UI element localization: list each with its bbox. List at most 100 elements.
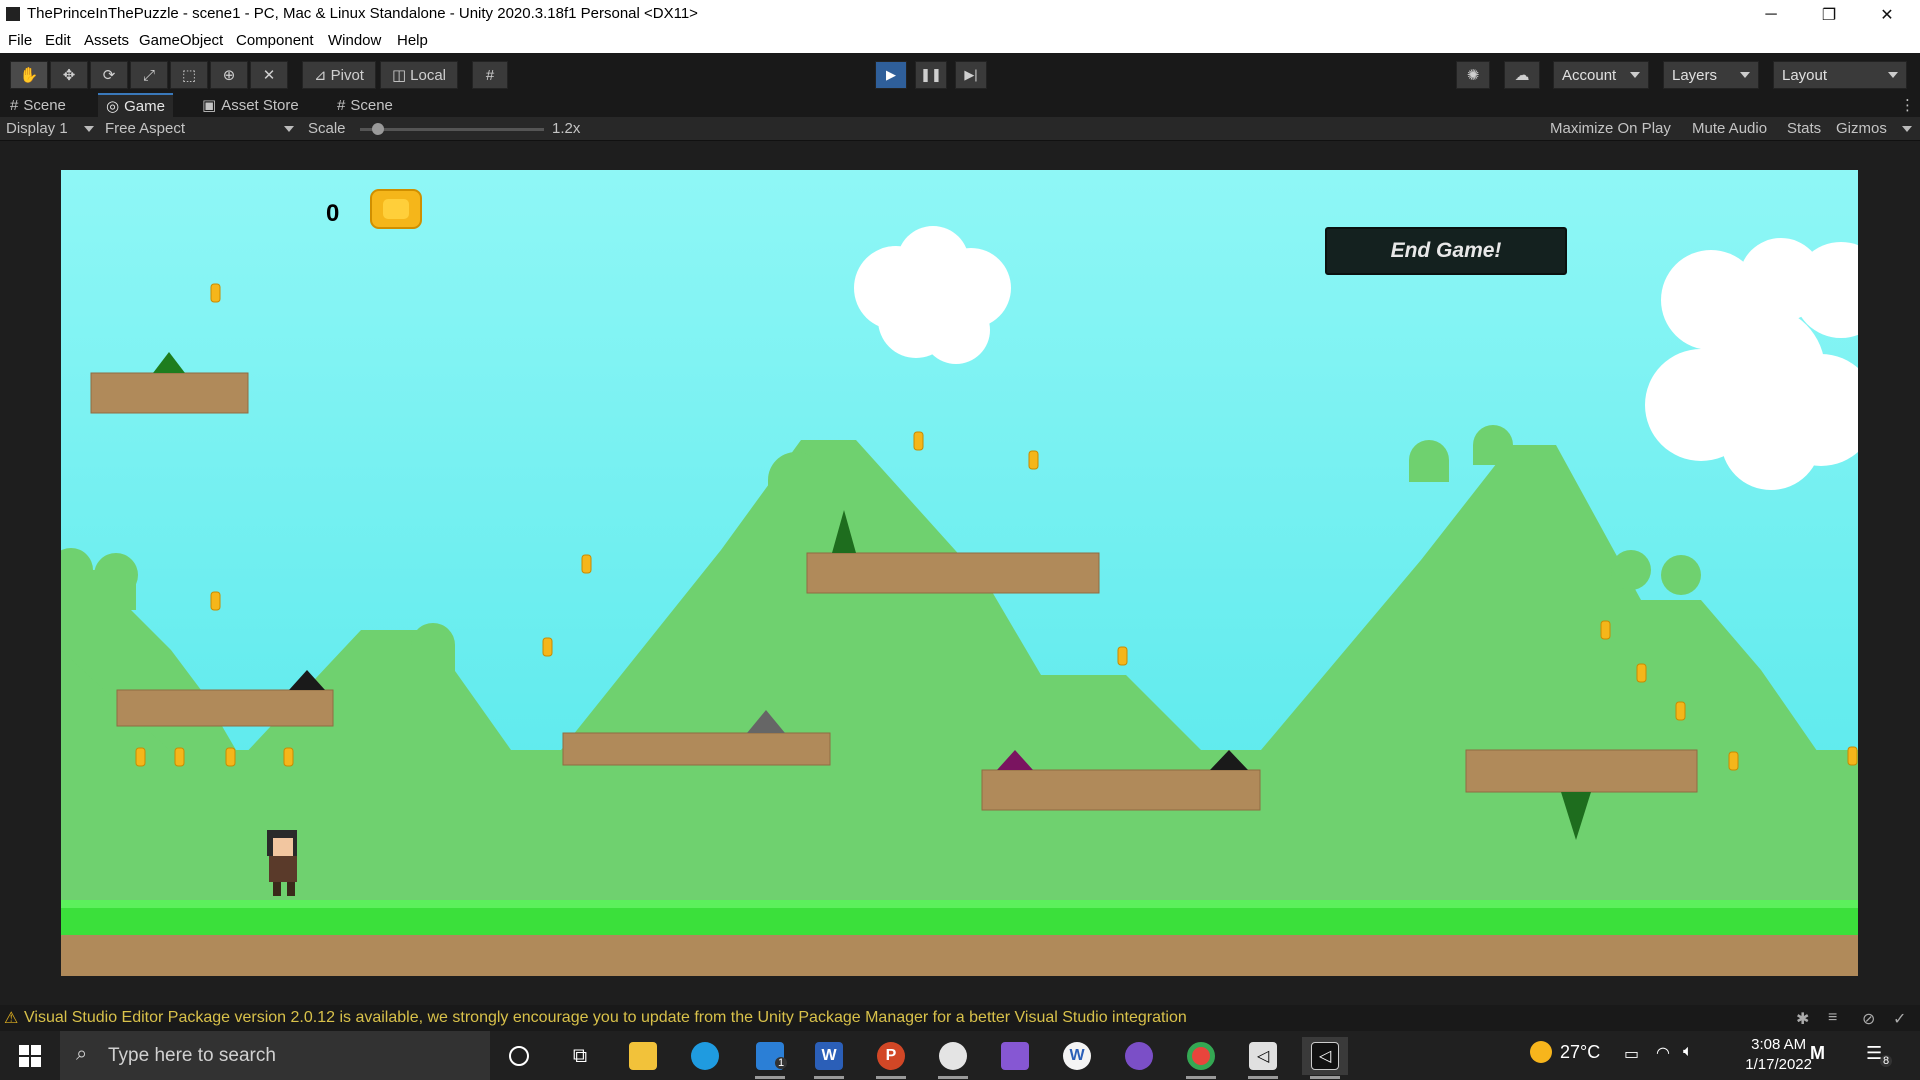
- unity-hub-icon[interactable]: ◁: [1240, 1037, 1286, 1079]
- task-view-icon[interactable]: ⧉: [557, 1037, 603, 1075]
- wordapp-icon[interactable]: W: [1054, 1037, 1100, 1075]
- scale-slider-track[interactable]: [360, 128, 544, 131]
- ground-dirt: [61, 935, 1858, 976]
- layout-dropdown[interactable]: Layout: [1773, 61, 1907, 89]
- scale-value: 1.2x: [552, 120, 581, 137]
- tab-label: Asset Store: [221, 96, 299, 114]
- coin: [1728, 751, 1739, 771]
- collab-button[interactable]: ✺: [1456, 61, 1490, 89]
- notification-center-icon[interactable]: ☰ 8: [1866, 1043, 1893, 1067]
- menu-assets[interactable]: Assets: [84, 32, 129, 49]
- console-status-bar[interactable]: ⚠ Visual Studio Editor Package version 2…: [0, 1005, 1920, 1031]
- move-icon: ✥: [62, 67, 76, 84]
- pause-button[interactable]: ❚❚: [915, 61, 947, 89]
- coin: [225, 747, 236, 767]
- clock[interactable]: 3:08 AM 1/17/2022: [1745, 1035, 1812, 1075]
- layers-dropdown[interactable]: Layers: [1663, 61, 1759, 89]
- taskbar-search[interactable]: ⌕ Type here to search: [60, 1031, 490, 1080]
- scale-tool-button[interactable]: ⤢: [130, 61, 168, 89]
- weather-widget[interactable]: 27°C: [1530, 1041, 1600, 1063]
- play-button[interactable]: ▶: [875, 61, 907, 89]
- paint-icon[interactable]: [930, 1037, 976, 1079]
- tab-scene-2[interactable]: # Scene: [329, 93, 401, 117]
- coin: [283, 747, 294, 767]
- chevron-down-icon: [1740, 72, 1750, 78]
- start-button[interactable]: [7, 1037, 53, 1075]
- language-icon[interactable]: M: [1810, 1043, 1825, 1064]
- tab-asset-store[interactable]: ▣ Asset Store: [194, 93, 307, 117]
- chevron-down-icon: [1902, 126, 1912, 132]
- collab-icon: ✺: [1466, 67, 1480, 84]
- grid-icon: #: [337, 96, 346, 114]
- cloud-button[interactable]: ☁: [1504, 61, 1540, 89]
- rect-tool-button[interactable]: ⬚: [170, 61, 208, 89]
- menu-edit[interactable]: Edit: [45, 32, 71, 49]
- local-toggle[interactable]: ◫ Local: [380, 61, 458, 89]
- coin: [210, 283, 221, 303]
- word-icon[interactable]: W: [806, 1037, 852, 1079]
- score-counter: 0: [326, 200, 340, 227]
- check-icon[interactable]: ✓: [1893, 1009, 1906, 1029]
- unity-icon[interactable]: ◁: [1302, 1037, 1348, 1079]
- chrome-icon[interactable]: [1178, 1037, 1224, 1079]
- game-viewport[interactable]: 0 End Game!: [61, 170, 1858, 976]
- wifi-icon[interactable]: ◠: [1656, 1043, 1670, 1063]
- coin: [135, 747, 146, 767]
- tab-menu-button[interactable]: ⋮: [1892, 93, 1920, 117]
- aspect-dropdown[interactable]: Free Aspect: [105, 120, 185, 137]
- coin: [1600, 620, 1611, 640]
- menu-file[interactable]: File: [8, 32, 32, 49]
- menu-gameobject[interactable]: GameObject: [139, 32, 223, 49]
- edge-icon[interactable]: [682, 1037, 728, 1075]
- platform: [562, 732, 831, 766]
- debug-off-icon[interactable]: ⊘: [1862, 1009, 1875, 1029]
- mute-audio-toggle[interactable]: Mute Audio: [1692, 120, 1767, 137]
- warning-icon: ⚠: [4, 1010, 19, 1027]
- transform-tool-button[interactable]: ⊕: [210, 61, 248, 89]
- scale-slider-thumb[interactable]: [372, 123, 384, 135]
- menu-window[interactable]: Window: [328, 32, 381, 49]
- tab-scene[interactable]: # Scene: [2, 93, 74, 117]
- rotate-tool-button[interactable]: ⟳: [90, 61, 128, 89]
- step-icon: ▶|: [964, 67, 978, 82]
- gamepad-icon: ◎: [106, 98, 120, 115]
- cortana-icon[interactable]: [496, 1037, 542, 1075]
- display-dropdown[interactable]: Display 1: [6, 120, 68, 137]
- custom-tool-button[interactable]: ✕: [250, 61, 288, 89]
- account-dropdown[interactable]: Account: [1553, 61, 1649, 89]
- menu-help[interactable]: Help: [397, 32, 428, 49]
- maximize-on-play-toggle[interactable]: Maximize On Play: [1550, 120, 1671, 137]
- search-placeholder: Type here to search: [108, 1044, 276, 1066]
- coin: [913, 431, 924, 451]
- restore-button[interactable]: ❐: [1800, 0, 1858, 29]
- bag-icon: ▣: [202, 97, 217, 114]
- battery-icon[interactable]: ▭: [1624, 1044, 1639, 1064]
- hand-tool-button[interactable]: ✋: [10, 61, 48, 89]
- bug-icon[interactable]: ✱: [1796, 1009, 1809, 1029]
- powerpoint-icon[interactable]: P: [868, 1037, 914, 1079]
- menu-component[interactable]: Component: [236, 32, 314, 49]
- gizmos-toggle[interactable]: Gizmos: [1836, 120, 1887, 137]
- tab-label: Scene: [350, 96, 393, 114]
- pivot-toggle[interactable]: ⊿ Pivot: [302, 61, 376, 89]
- file-explorer-icon[interactable]: [620, 1037, 666, 1075]
- coin: [1675, 701, 1686, 721]
- wrench-icon: ✕: [262, 67, 276, 84]
- snap-grid-icon: #: [485, 66, 495, 84]
- minimize-button[interactable]: ─: [1742, 0, 1800, 29]
- snap-button[interactable]: #: [472, 61, 508, 89]
- step-button[interactable]: ▶|: [955, 61, 987, 89]
- end-game-button[interactable]: End Game!: [1325, 227, 1567, 275]
- mail-icon[interactable]: 1: [747, 1037, 793, 1079]
- volume-icon[interactable]: 🔈︎: [1683, 1043, 1693, 1061]
- stats-toggle[interactable]: Stats: [1787, 120, 1821, 137]
- close-button[interactable]: ✕: [1858, 0, 1916, 29]
- visual-studio-icon[interactable]: [992, 1037, 1038, 1075]
- platform: [806, 552, 1100, 594]
- github-icon[interactable]: [1116, 1037, 1162, 1075]
- layers-icon[interactable]: ≡: [1828, 1009, 1837, 1027]
- tab-label: Scene: [23, 96, 66, 114]
- tab-game[interactable]: ◎ Game: [98, 93, 173, 117]
- platform: [90, 372, 249, 414]
- move-tool-button[interactable]: ✥: [50, 61, 88, 89]
